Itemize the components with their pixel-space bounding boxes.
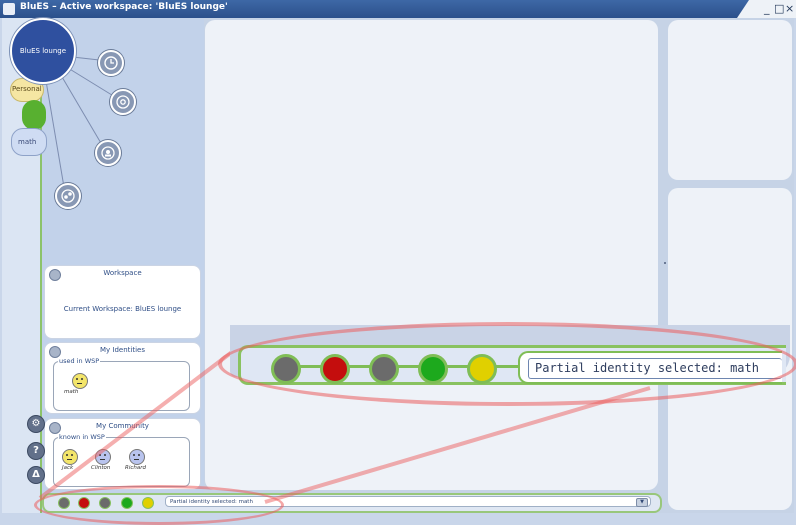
source-highlight-ellipse [34, 485, 284, 525]
zoom-highlight-ellipse [218, 322, 796, 406]
zoom-connector-lines [38, 350, 651, 504]
